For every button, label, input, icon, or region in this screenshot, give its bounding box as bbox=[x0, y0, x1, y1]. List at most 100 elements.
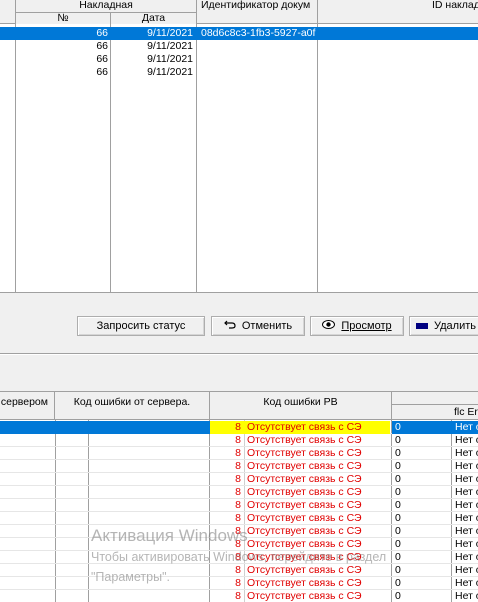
cell-rb-text: Отсутствует связь с СЭ bbox=[247, 564, 362, 576]
cell-flc-text: Нет о bbox=[455, 551, 478, 563]
table-row[interactable]: 8 Отсутствует связь с СЭ 0 Нет о bbox=[0, 577, 478, 590]
cell-rb-code: 8 bbox=[235, 473, 241, 485]
cell-rb-text: Отсутствует связь с СЭ bbox=[247, 460, 362, 472]
cell-rb-code: 8 bbox=[235, 460, 241, 472]
cell-flc-text: Нет о bbox=[455, 512, 478, 524]
col-header-server-error[interactable]: Код ошибки от сервера. bbox=[55, 392, 210, 420]
delete-label: Удалить bbox=[434, 320, 476, 333]
table-row[interactable]: 8 Отсутствует связь с СЭ 0 Нет о bbox=[0, 525, 478, 538]
col-flc-label: flc Er bbox=[454, 406, 478, 418]
eye-icon bbox=[322, 317, 336, 335]
cell-doc-id: 08d6c8c3-1fb3-5927-a0f bbox=[201, 27, 316, 39]
cell-date: 9/11/2021 bbox=[147, 27, 193, 39]
cell-rb-text: Отсутствует связь с СЭ bbox=[247, 538, 362, 550]
cell-flc-code: 0 bbox=[395, 538, 401, 550]
col-header-num[interactable]: № bbox=[16, 12, 111, 24]
cell-rb-text: Отсутствует связь с СЭ bbox=[247, 551, 362, 563]
table-row[interactable]: 66 9/11/2021 08d6c8c3-1fb3-5927-a0f bbox=[0, 27, 478, 40]
table-row[interactable]: 66 9/11/2021 bbox=[0, 40, 478, 53]
cell-flc-text: Нет о bbox=[455, 434, 478, 446]
table-row[interactable]: 8 Отсутствует связь с СЭ 0 Нет о bbox=[0, 473, 478, 486]
cell-rb-text: Отсутствует связь с СЭ bbox=[247, 473, 362, 485]
cell-flc-code: 0 bbox=[395, 512, 401, 524]
cell-rb-text: Отсутствует связь с СЭ bbox=[247, 434, 362, 446]
cell-flc-code: 0 bbox=[395, 421, 401, 433]
cell-flc-code: 0 bbox=[395, 499, 401, 511]
cell-flc-text: Нет о bbox=[455, 590, 478, 602]
table-row[interactable]: 8 Отсутствует связь с СЭ 0 Нет о bbox=[0, 551, 478, 564]
cell-flc-text: Нет о bbox=[455, 473, 478, 485]
delete-button[interactable]: Удалить bbox=[409, 316, 478, 336]
cell-rb-text: Отсутствует связь с СЭ bbox=[247, 525, 362, 537]
col-flc-sub: flc Er bbox=[392, 404, 478, 419]
cell-flc-code: 0 bbox=[395, 473, 401, 485]
cell-num: 66 bbox=[96, 40, 108, 52]
cell-rb-code: 8 bbox=[235, 564, 241, 576]
cell-flc-code: 0 bbox=[395, 564, 401, 576]
cell-flc-text: Нет о bbox=[455, 447, 478, 459]
table-row[interactable]: 8 Отсутствует связь с СЭ 0 Нет о bbox=[0, 447, 478, 460]
table-row[interactable]: 8 Отсутствует связь с СЭ 0 Нет о bbox=[0, 434, 478, 447]
table-row[interactable]: 66 9/11/2021 bbox=[0, 53, 478, 66]
col-header-flc[interactable]: flc Er bbox=[392, 392, 478, 420]
col-header-invoice-id[interactable]: ID наклад bbox=[318, 0, 478, 24]
invoice-group-label: Накладная bbox=[79, 0, 133, 11]
splitter[interactable] bbox=[0, 353, 478, 355]
request-status-button[interactable]: Запросить статус bbox=[77, 316, 205, 336]
cell-rb-text: Отсутствует связь с СЭ bbox=[247, 447, 362, 459]
table-row[interactable]: 8 Отсутствует связь с СЭ 0 Нет о bbox=[0, 486, 478, 499]
cell-date: 9/11/2021 bbox=[147, 66, 193, 78]
col-server-error-label: Код ошибки от сервера. bbox=[73, 396, 191, 408]
cancel-button[interactable]: Отменить bbox=[211, 316, 305, 336]
cell-rb-code: 8 bbox=[235, 499, 241, 511]
cell-date: 9/11/2021 bbox=[147, 40, 193, 52]
cell-rb-code: 8 bbox=[235, 590, 241, 602]
col-header-date[interactable]: Дата bbox=[111, 12, 197, 24]
table-row[interactable]: 8 Отсутствует связь с СЭ 0 Нет о bbox=[0, 499, 478, 512]
col-doc-id-label: Идентификатор докум bbox=[201, 0, 311, 11]
cell-rb-code: 8 bbox=[235, 447, 241, 459]
cell-flc-code: 0 bbox=[395, 434, 401, 446]
action-toolbar: Запросить статус Отменить Просмотр Удали… bbox=[0, 294, 478, 348]
cell-flc-code: 0 bbox=[395, 460, 401, 472]
cell-flc-code: 0 bbox=[395, 590, 401, 602]
cell-date: 9/11/2021 bbox=[147, 53, 193, 65]
table-row[interactable]: 8 Отсутствует связь с СЭ 0 Нет о bbox=[0, 512, 478, 525]
cell-flc-code: 0 bbox=[395, 551, 401, 563]
col-invoice-id-label: ID наклад bbox=[432, 0, 478, 11]
cell-flc-text: Нет о bbox=[455, 577, 478, 589]
cell-rb-code: 8 bbox=[235, 538, 241, 550]
undo-icon bbox=[224, 317, 236, 335]
cell-rb-code: 8 bbox=[235, 512, 241, 524]
cell-flc-text: Нет о bbox=[455, 538, 478, 550]
table-row[interactable]: 8 Отсутствует связь с СЭ 0 Нет о bbox=[0, 590, 478, 602]
cell-flc-code: 0 bbox=[395, 577, 401, 589]
cancel-label: Отменить bbox=[241, 320, 293, 333]
cell-rb-text: Отсутствует связь с СЭ bbox=[247, 486, 362, 498]
view-label: Просмотр bbox=[341, 320, 392, 333]
delete-icon bbox=[416, 317, 428, 335]
col-header-server[interactable]: сервером bbox=[0, 392, 55, 420]
invoice-grid[interactable]: Накладная № Дата Идентификатор докум ID … bbox=[0, 0, 478, 293]
table-row[interactable]: 8 Отсутствует связь с СЭ 0 Нет о bbox=[0, 460, 478, 473]
view-button[interactable]: Просмотр bbox=[310, 316, 404, 336]
cell-rb-code: 8 bbox=[235, 486, 241, 498]
table-row[interactable]: 66 9/11/2021 bbox=[0, 66, 478, 79]
invoice-group-header: Накладная bbox=[16, 0, 197, 12]
cell-rb-code: 8 bbox=[235, 421, 241, 433]
cell-flc-code: 0 bbox=[395, 525, 401, 537]
cell-flc-text: Нет о bbox=[455, 525, 478, 537]
table-row[interactable]: 8 Отсутствует связь с СЭ 0 Нет о bbox=[0, 564, 478, 577]
table-row[interactable]: 8 Отсутствует связь с СЭ 0 Нет о bbox=[0, 421, 478, 434]
col-server-label: сервером bbox=[0, 396, 48, 408]
cell-rb-code: 8 bbox=[235, 434, 241, 446]
table-row[interactable]: 8 Отсутствует связь с СЭ 0 Нет о bbox=[0, 538, 478, 551]
col-header-doc-id[interactable]: Идентификатор докум bbox=[197, 0, 318, 24]
col-date-label: Дата bbox=[141, 12, 166, 24]
error-grid[interactable]: сервером Код ошибки от сервера. Код ошиб… bbox=[0, 391, 478, 602]
cell-flc-text: Нет о bbox=[455, 499, 478, 511]
col-header-rb-error[interactable]: Код ошибки РВ bbox=[210, 392, 392, 420]
cell-rb-text: Отсутствует связь с СЭ bbox=[247, 421, 362, 433]
cell-rb-text: Отсутствует связь с СЭ bbox=[247, 499, 362, 511]
cell-rb-text: Отсутствует связь с СЭ bbox=[247, 590, 362, 602]
